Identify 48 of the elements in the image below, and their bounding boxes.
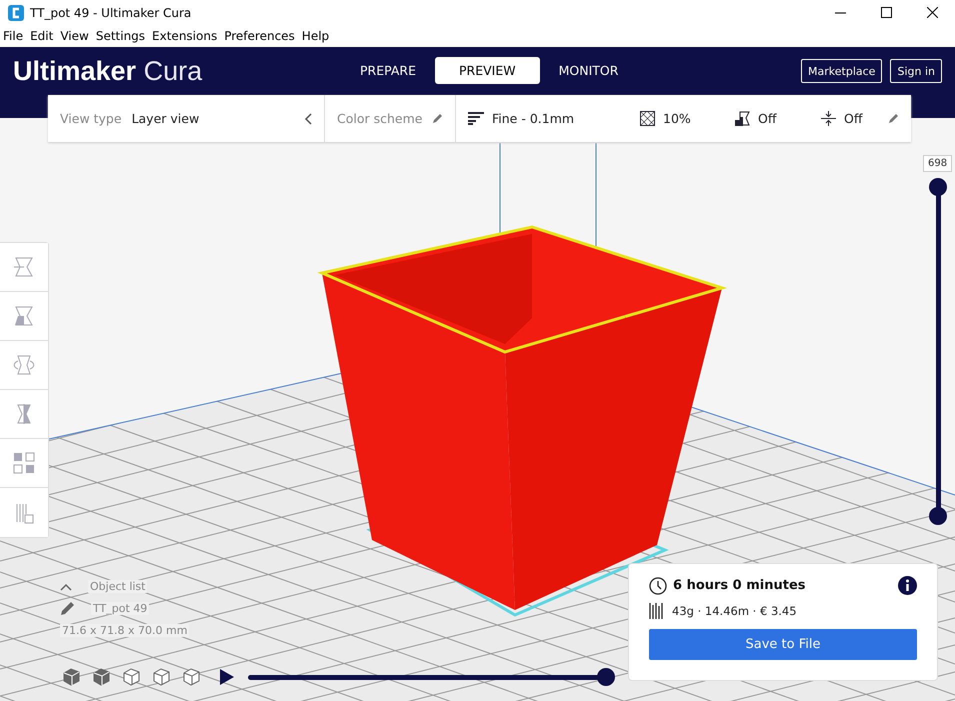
pot-right-corner-drawing[interactable]	[624, 255, 728, 560]
hourglass-mirror-icon	[12, 353, 36, 377]
adhesion-value[interactable]: Off	[844, 111, 862, 126]
menu-item[interactable]: Help	[298, 29, 334, 43]
close-icon	[926, 7, 938, 18]
profile-value[interactable]: Fine - 0.1mm	[492, 111, 574, 126]
stage-tab[interactable]: PREVIEW	[435, 57, 540, 84]
color-scheme-label[interactable]: Color scheme	[337, 111, 422, 126]
menu-item[interactable]: Edit	[27, 29, 58, 43]
menu-item[interactable]: Extensions	[149, 29, 222, 43]
header-button[interactable]: Marketplace	[801, 59, 882, 83]
layer-height-icon	[468, 112, 484, 125]
app-logo: Ultimaker Cura	[13, 56, 204, 87]
pot-model-drawing[interactable]	[317, 225, 626, 610]
header-button[interactable]: Sign in	[890, 59, 942, 83]
pencil-icon[interactable]	[60, 601, 75, 616]
stage-tab[interactable]: MONITOR	[542, 57, 636, 84]
print-time: 6 hours 0 minutes	[673, 578, 806, 593]
material-usage: 43g · 14.46m · € 3.45	[672, 604, 797, 618]
maximize-icon	[880, 7, 892, 18]
menu-item[interactable]: File	[0, 29, 28, 43]
play-button[interactable]	[218, 667, 236, 687]
save-to-file-button[interactable]: Save to File	[649, 629, 917, 660]
menu-item[interactable]: Preferences	[221, 29, 299, 43]
view-type-label: View type	[60, 111, 122, 126]
object-dimensions: 71.6 x 71.8 x 70.0 mm	[60, 624, 190, 637]
infill-value[interactable]: 10%	[663, 111, 691, 126]
object-name: TT_pot 49	[91, 602, 150, 615]
pencil-icon[interactable]	[432, 113, 443, 124]
infill-icon	[640, 111, 655, 126]
layer-slider-handle[interactable]	[929, 178, 947, 196]
support-icon	[735, 111, 750, 126]
squares-grid-icon	[12, 451, 36, 475]
support-value[interactable]: Off	[758, 111, 776, 126]
view-type-dropdown[interactable]: Layer view	[132, 111, 294, 126]
menu-item[interactable]: Settings	[92, 29, 150, 43]
adhesion-icon	[821, 111, 836, 126]
chevron-left-icon[interactable]	[304, 112, 312, 124]
chevron-up-icon[interactable]	[60, 582, 72, 590]
app-logo-icon	[8, 4, 24, 20]
info-icon[interactable]	[898, 576, 917, 595]
menu-item[interactable]: View	[57, 29, 93, 43]
stage-tab[interactable]: PREPARE	[343, 57, 433, 84]
layer-number-label: 698	[923, 155, 952, 172]
window-title: TT_pot 49 - Ultimaker Cura	[30, 6, 192, 20]
clock-icon	[649, 576, 667, 594]
filament-icon	[649, 603, 664, 619]
pencil-icon[interactable]	[888, 113, 899, 124]
